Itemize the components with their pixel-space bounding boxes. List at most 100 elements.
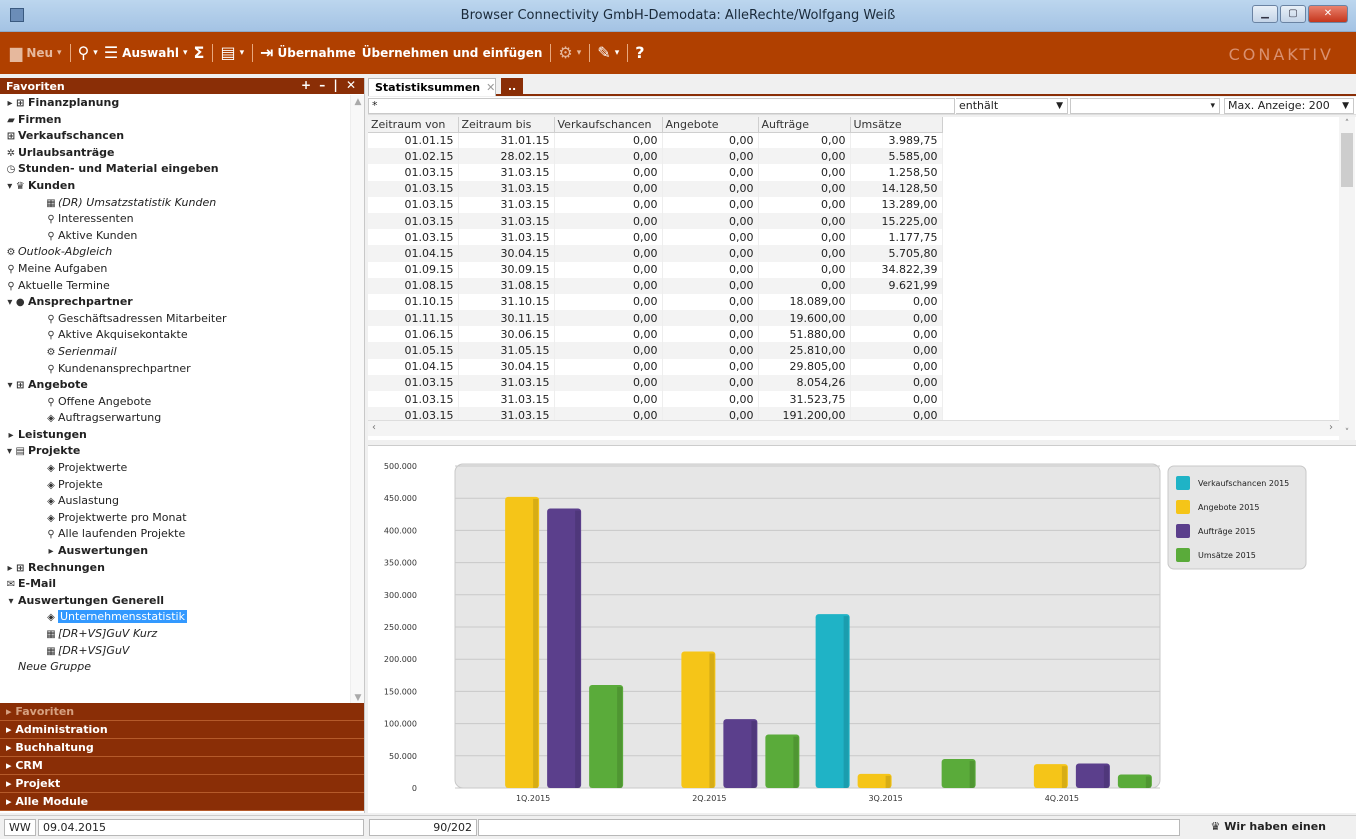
tree-item[interactable]: ▾ ⊞ Angebote: [0, 377, 350, 394]
tree-item[interactable]: ▦ [DR+VS]GuV: [0, 643, 350, 660]
column-header[interactable]: Zeitraum bis: [458, 117, 555, 133]
table-row[interactable]: 01.05.15 31.05.15 0,00 0,00 25.810,00 0,00: [368, 342, 943, 359]
take-button[interactable]: ⇥ Übernahme: [260, 45, 356, 61]
tree-item[interactable]: ◈ Unternehmensstatistik: [0, 609, 350, 626]
tree-item[interactable]: ⚲ Offene Angebote: [0, 394, 350, 411]
table-row[interactable]: 01.03.15 31.03.15 0,00 0,00 31.523,75 0,00: [368, 391, 943, 408]
tree-item[interactable]: ▸ Leistungen: [0, 427, 350, 444]
table-cell: 0,00: [554, 326, 663, 343]
tools-button[interactable]: ✎ ▾: [597, 45, 619, 61]
settings-button[interactable]: ⚙ ▾: [558, 45, 581, 61]
search-button[interactable]: ⚲ ▾: [78, 45, 98, 61]
tree-item[interactable]: ▾ ● Ansprechpartner: [0, 294, 350, 311]
tree-item[interactable]: ◈ Auftragserwartung: [0, 410, 350, 427]
news-ticker[interactable]: ♛ Wir haben einen: [1211, 820, 1326, 833]
scroll-down-icon[interactable]: ˅: [1339, 428, 1355, 438]
help-button[interactable]: ?: [635, 45, 644, 61]
new-button[interactable]: ▆ Neu ▾: [10, 45, 62, 61]
tree-item[interactable]: ⚲ Kundenansprechpartner: [0, 361, 350, 378]
tree-item[interactable]: ⚲ Interessenten: [0, 211, 350, 228]
table-row[interactable]: 01.06.15 30.06.15 0,00 0,00 51.880,00 0,00: [368, 326, 943, 343]
table-horizontal-scrollbar[interactable]: ‹ ›: [368, 420, 1339, 436]
sum-button[interactable]: Σ: [194, 45, 205, 61]
tree-item[interactable]: ✲ Urlaubsanträge: [0, 145, 350, 162]
tree-item[interactable]: ⊞ Verkaufschancen: [0, 128, 350, 145]
tab-add[interactable]: ..: [501, 78, 523, 96]
tree-item[interactable]: ◷ Stunden- und Material eingeben: [0, 161, 350, 178]
scroll-down-icon[interactable]: ▼: [351, 693, 365, 703]
tree-scrollbar[interactable]: ▲ ▼: [350, 95, 364, 705]
table-row[interactable]: 01.04.15 30.04.15 0,00 0,00 29.805,00 0,00: [368, 358, 943, 375]
tree-item[interactable]: ⚙ Serienmail: [0, 344, 350, 361]
max-display-select[interactable]: Max. Anzeige: 200 ▼: [1224, 98, 1354, 114]
table-row[interactable]: 01.02.15 28.02.15 0,00 0,00 0,00 5.585,00: [368, 148, 943, 165]
tree-item[interactable]: ⚙ Outlook-Abgleich: [0, 244, 350, 261]
table-row[interactable]: 01.10.15 31.10.15 0,00 0,00 18.089,00 0,00: [368, 293, 943, 311]
search-input[interactable]: *: [368, 98, 955, 114]
tree-item-icon: ▾ ♛: [7, 180, 25, 192]
tree-item[interactable]: ▸ ⊞ Rechnungen: [0, 560, 350, 577]
table-row[interactable]: 01.01.15 31.01.15 0,00 0,00 0,00 3.989,75: [368, 132, 943, 149]
tree-item[interactable]: ⚲ Aktive Akquisekontakte: [0, 327, 350, 344]
table-cell: 28.02.15: [458, 148, 555, 165]
scroll-left-icon[interactable]: ‹: [372, 422, 376, 433]
tree-item[interactable]: ▾ ▤ Projekte: [0, 443, 350, 460]
table-row[interactable]: 01.03.15 31.03.15 0,00 0,00 0,00 13.289,00: [368, 196, 943, 213]
table-row[interactable]: 01.03.15 31.03.15 0,00 0,00 0,00 14.128,50: [368, 180, 943, 197]
close-button[interactable]: ✕: [1308, 5, 1348, 23]
module-item[interactable]: ▸ Alle Module: [0, 793, 364, 811]
tree-item[interactable]: Neue Gruppe: [0, 659, 350, 676]
maximize-button[interactable]: ▢: [1280, 5, 1306, 23]
table-row[interactable]: 01.11.15 30.11.15 0,00 0,00 19.600,00 0,00: [368, 310, 943, 327]
table-vertical-scrollbar[interactable]: ˄ ˅: [1339, 117, 1355, 440]
tree-item[interactable]: ⚲ Aktive Kunden: [0, 228, 350, 245]
tab-statistiksummen[interactable]: Statistiksummen ✕: [368, 78, 496, 96]
tree-item[interactable]: ◈ Projektwerte pro Monat: [0, 510, 350, 527]
table-row[interactable]: 01.03.15 31.03.15 0,00 0,00 0,00 1.258,50: [368, 164, 943, 181]
column-header[interactable]: Zeitraum von: [368, 117, 459, 133]
value-select[interactable]: ▾: [1070, 98, 1220, 114]
select-button[interactable]: ☰ Auswahl ▾: [104, 45, 188, 61]
tree-item[interactable]: ✉ E-Mail: [0, 576, 350, 593]
tree-item[interactable]: ⚲ Alle laufenden Projekte: [0, 526, 350, 543]
tree-item[interactable]: ◈ Auslastung: [0, 493, 350, 510]
print-button[interactable]: ▤ ▾: [220, 45, 244, 61]
module-item[interactable]: ▸ Projekt: [0, 775, 364, 793]
minimize-button[interactable]: ▁: [1252, 5, 1278, 23]
table-cell: 0,00: [758, 229, 851, 246]
table-row[interactable]: 01.09.15 30.09.15 0,00 0,00 0,00 34.822,39: [368, 261, 943, 278]
tree-item[interactable]: ▸ ⊞ Finanzplanung: [0, 95, 350, 112]
close-tab-icon[interactable]: ✕: [486, 81, 495, 94]
tree-item[interactable]: ◈ Projektwerte: [0, 460, 350, 477]
module-item[interactable]: ▸ CRM: [0, 757, 364, 775]
tree-item[interactable]: ▸ Auswertungen: [0, 543, 350, 560]
column-header[interactable]: Verkaufschancen: [554, 117, 663, 133]
module-item[interactable]: ▸ Administration: [0, 721, 364, 739]
table-row[interactable]: 01.03.15 31.03.15 0,00 0,00 0,00 15.225,00: [368, 212, 943, 230]
scroll-right-icon[interactable]: ›: [1329, 422, 1333, 433]
tree-item[interactable]: ◈ Projekte: [0, 477, 350, 494]
table-row[interactable]: 01.08.15 31.08.15 0,00 0,00 0,00 9.621,99: [368, 277, 943, 294]
column-header[interactable]: Umsätze: [850, 117, 943, 133]
tree-item[interactable]: ▦ (DR) Umsatzstatistik Kunden: [0, 195, 350, 212]
operator-select[interactable]: enthält ▼: [956, 98, 1068, 114]
column-header[interactable]: Aufträge: [758, 117, 851, 133]
tree-item[interactable]: ▾ Auswertungen Generell: [0, 593, 350, 610]
table-row[interactable]: 01.04.15 30.04.15 0,00 0,00 0,00 5.705,80: [368, 245, 943, 262]
scroll-up-icon[interactable]: ▲: [351, 97, 365, 107]
tree-item[interactable]: ⚲ Aktuelle Termine: [0, 278, 350, 295]
scroll-thumb[interactable]: [1341, 133, 1353, 187]
table-row[interactable]: 01.03.15 31.03.15 0,00 0,00 8.054,26 0,00: [368, 374, 943, 391]
tree-item[interactable]: ⚲ Geschäftsadressen Mitarbeiter: [0, 311, 350, 328]
scroll-up-icon[interactable]: ˄: [1339, 119, 1355, 129]
module-item[interactable]: ▸ Buchhaltung: [0, 739, 364, 757]
tree-item[interactable]: ▰ Firmen: [0, 112, 350, 129]
tree-item[interactable]: ⚲ Meine Aufgaben: [0, 261, 350, 278]
module-item[interactable]: ▸ Favoriten: [0, 703, 364, 721]
tree-item[interactable]: ▦ [DR+VS]GuV Kurz: [0, 626, 350, 643]
table-row[interactable]: 01.03.15 31.03.15 0,00 0,00 0,00 1.177,75: [368, 229, 943, 246]
tree-item[interactable]: ▾ ♛ Kunden: [0, 178, 350, 195]
take-insert-button[interactable]: Übernehmen und einfügen: [362, 46, 543, 60]
column-header[interactable]: Angebote: [662, 117, 759, 133]
favorites-controls[interactable]: + – | ✕: [301, 78, 358, 92]
